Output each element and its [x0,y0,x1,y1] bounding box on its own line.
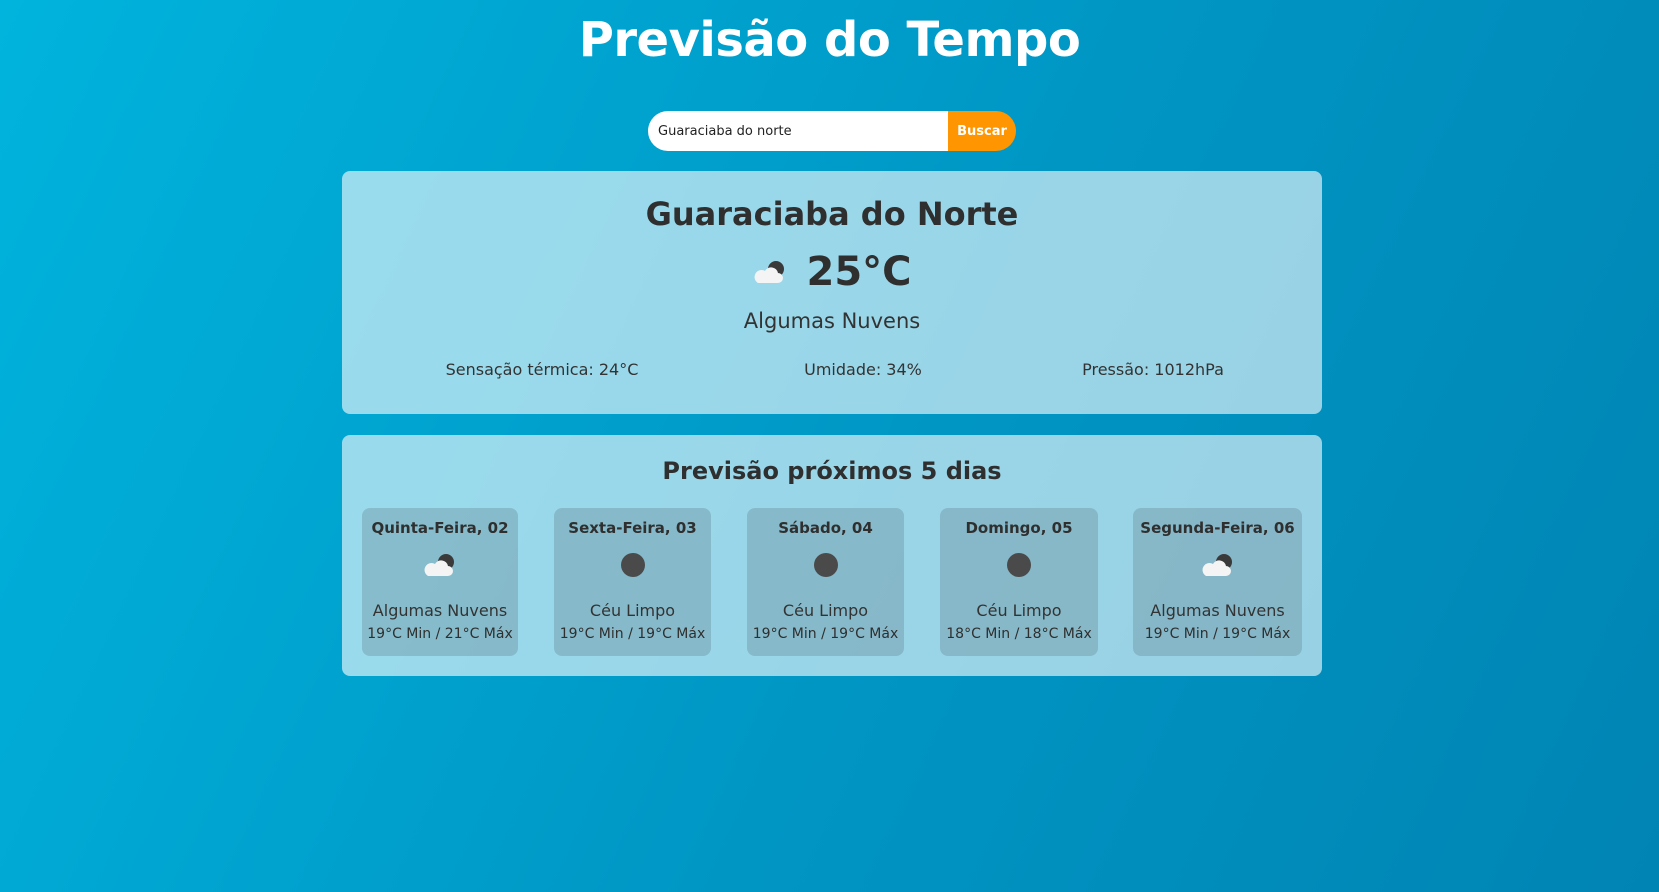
pressure: Pressão: 1012hPa [1082,360,1224,379]
few-clouds-icon [1202,554,1232,576]
few-clouds-icon [424,554,454,576]
forecast-day-description: Céu Limpo [976,601,1062,620]
forecast-day-card: Domingo, 05 Céu Limpo 18°C Min / 18°C Má… [940,508,1098,656]
forecast-day-description: Algumas Nuvens [372,601,508,620]
current-temperature-row: 25°C [342,249,1322,295]
forecast-day-temperatures: 19°C Min / 19°C Máx [752,626,899,642]
feels-like: Sensação térmica: 24°C [445,360,639,379]
humidity: Umidade: 34% [804,360,922,379]
forecast-day-name: Quinta-Feira, 02 [371,519,509,537]
clear-sky-icon [620,553,645,577]
forecast-day-description: Algumas Nuvens [1150,601,1285,620]
search-bar: Buscar [648,111,1016,151]
forecast-day-description: Céu Limpo [589,601,676,620]
forecast-day-card: Sábado, 04 Céu Limpo 19°C Min / 19°C Máx [747,508,904,656]
clear-sky-icon [813,553,838,577]
city-search-input[interactable] [648,111,948,151]
forecast-day-name: Domingo, 05 [965,519,1073,537]
forecast-day-card: Segunda-Feira, 06 Algumas Nuvens 19°C Mi… [1133,508,1302,656]
forecast-day-temperatures: 19°C Min / 19°C Máx [1144,626,1291,642]
weather-description: Algumas Nuvens [743,309,921,333]
page-title: Previsão do Tempo [578,12,1081,68]
forecast-day-name: Sábado, 04 [778,519,873,537]
current-temperature: 25°C [806,249,912,295]
forecast-day-name: Sexta-Feira, 03 [568,519,697,537]
forecast-day-description: Céu Limpo [782,601,869,620]
forecast-day-name: Segunda-Feira, 06 [1140,519,1295,537]
forecast-day-card: Sexta-Feira, 03 Céu Limpo 19°C Min / 19°… [554,508,711,656]
forecast-day-temperatures: 19°C Min / 19°C Máx [559,626,706,642]
forecast-title: Previsão próximos 5 dias [662,457,1002,485]
clear-sky-icon [1007,553,1031,577]
few-clouds-icon [755,261,785,283]
forecast-day-card: Quinta-Feira, 02 Algumas Nuvens 19°C Min… [362,508,518,656]
search-button[interactable]: Buscar [948,111,1016,151]
current-weather-card: Guaraciaba do Norte 25°C Algumas Nuvens … [342,171,1322,414]
forecast-day-temperatures: 18°C Min / 18°C Máx [946,626,1092,642]
city-name: Guaraciaba do Norte [645,195,1019,233]
forecast-day-temperatures: 19°C Min / 21°C Máx [367,626,513,642]
forecast-card: Previsão próximos 5 dias Quinta-Feira, 0… [342,435,1322,676]
